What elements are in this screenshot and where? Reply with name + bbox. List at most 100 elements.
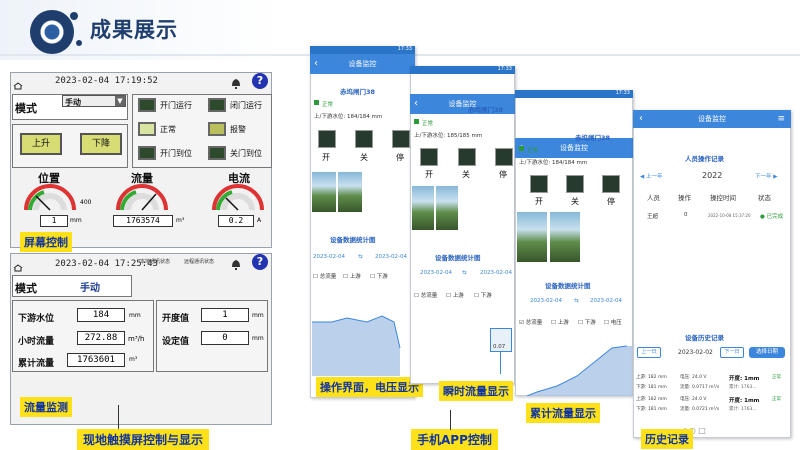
opening-label: 开度值 [162, 314, 190, 324]
open-gate-icon[interactable] [420, 148, 438, 166]
date-from[interactable]: 2023-02-04 [313, 254, 345, 260]
setpoint-value[interactable]: 0 [201, 331, 249, 345]
position-value: 1 [40, 215, 68, 227]
tag-screen-control: 屏幕控制 [20, 232, 72, 252]
opening-unit: mm [252, 312, 264, 319]
nav-title: 设备监控 [698, 115, 726, 123]
date-from[interactable]: 2023-02-04 [530, 298, 562, 304]
check-downstream[interactable]: ☐ 下游 [578, 318, 596, 326]
open-label: 开 [535, 197, 543, 206]
history-date[interactable]: 2023-02-02 [678, 349, 713, 356]
tag-instant-flow: 瞬时流量显示 [439, 381, 513, 401]
prev-day-button[interactable]: 上一日 [637, 347, 661, 358]
history-row-c: 累计: 1763... [729, 385, 757, 390]
next-year-button[interactable]: 下一年 ▶ [755, 172, 778, 180]
col-user: 人员 [647, 194, 660, 202]
help-icon[interactable]: ? [252, 73, 268, 89]
check-voltage[interactable]: ☐ 电压 [604, 318, 622, 326]
status-dot-icon [519, 146, 524, 151]
swap-icon[interactable]: ⇆ [462, 270, 467, 276]
total-flow-label: 累计流量 [18, 359, 55, 369]
marker-line [500, 352, 501, 374]
back-arrow-icon[interactable]: ‹ [314, 54, 318, 74]
choose-date-button[interactable]: 选择日期 [749, 347, 785, 358]
status-lamp [138, 146, 156, 160]
total-flow-unit: m³ [129, 356, 138, 363]
record-state: ● 已完成 [760, 214, 784, 220]
hourly-flow-label: 小时流量 [18, 337, 55, 347]
home-icon[interactable] [13, 75, 23, 90]
prev-year-button[interactable]: ◀ 上一年 [640, 172, 663, 180]
phone1-chart [312, 315, 401, 376]
mode-label: 模式 [15, 282, 37, 295]
downstream-level-unit: mm [129, 312, 141, 319]
check-label: 下游 [376, 274, 388, 280]
check-total-flow[interactable]: ☐ 总流量 [313, 272, 336, 280]
status-lamp [208, 98, 226, 112]
check-total-flow[interactable]: ☐ 总流量 [414, 291, 437, 299]
next-day-button[interactable]: 下一日 [720, 347, 744, 358]
label-mobile-app: 手机APP控制 [411, 429, 498, 450]
operation-records-title: 人员操作记录 [685, 155, 724, 163]
status-lamp-lit [208, 122, 226, 136]
close-gate-icon[interactable] [566, 175, 584, 193]
close-label: 关 [360, 153, 368, 162]
date-from[interactable]: 2023-02-04 [420, 270, 452, 276]
history-row-b: 电压: 24.0 V [680, 375, 707, 380]
nav-title: 设备监控 [560, 144, 588, 152]
check-upstream[interactable]: ☐ 上游 [343, 272, 361, 280]
status-open-limit: 开门到位 [160, 149, 192, 158]
stop-gate-icon[interactable] [495, 148, 513, 166]
lower-button[interactable]: 下降 [80, 133, 122, 155]
tag-history: 历史记录 [641, 429, 693, 449]
raise-button[interactable]: 上升 [20, 133, 62, 155]
help-icon[interactable]: ? [252, 254, 268, 270]
home-icon[interactable] [13, 257, 23, 272]
history-row-a: 上游: 182 mm [636, 375, 667, 380]
prev-year-label: 上一年 [645, 174, 663, 180]
history-row-c: 累计: 1763... [729, 407, 757, 412]
date-to[interactable]: 2023-02-04 [480, 270, 512, 276]
menu-icon[interactable]: ≡ [777, 110, 785, 128]
device-name: 赤坞闸门38 [468, 106, 504, 114]
close-label: 关 [462, 170, 470, 179]
check-upstream[interactable]: ☐ 上游 [551, 318, 569, 326]
next-year-label: 下一年 [755, 174, 772, 180]
stop-label: 停 [499, 170, 507, 179]
check-downstream[interactable]: ☐ 下游 [474, 291, 492, 299]
status-lamp-lit [138, 122, 156, 136]
site-photo [550, 212, 580, 262]
status-open-running: 开门运行 [160, 101, 192, 110]
stats-title: 设备数据统计图 [435, 254, 481, 262]
nav-bar: ‹ 设备监控 [310, 54, 415, 74]
chevron-down-icon[interactable]: ▼ [115, 96, 125, 106]
status-normal: 正常 [160, 125, 176, 134]
logo-circle-icon [30, 10, 74, 54]
check-total-flow[interactable]: ☑ 总流量 [519, 318, 542, 326]
open-gate-icon[interactable] [318, 130, 336, 148]
back-arrow-icon[interactable]: ‹ [639, 110, 643, 128]
gauge-position-dial [24, 184, 76, 211]
check-upstream[interactable]: ☐ 上游 [446, 291, 464, 299]
date-to[interactable]: 2023-02-04 [590, 298, 622, 304]
flow-unit: m³ [176, 217, 185, 224]
stop-gate-icon[interactable] [602, 175, 620, 193]
stop-gate-icon[interactable] [392, 130, 410, 148]
check-downstream[interactable]: ☐ 下游 [370, 272, 388, 280]
close-gate-icon[interactable] [458, 148, 476, 166]
date-to[interactable]: 2023-02-04 [375, 254, 407, 260]
swap-icon[interactable]: ⇆ [574, 298, 579, 304]
bell-icon[interactable] [230, 256, 242, 270]
label-onsite-touchscreen: 现地触摸屏控制与显示 [77, 429, 210, 450]
check-label: 下游 [584, 320, 596, 326]
swap-icon[interactable]: ⇆ [358, 254, 363, 260]
status-lamp [138, 98, 156, 112]
back-arrow-icon[interactable]: ‹ [414, 94, 418, 114]
col-time: 操控时间 [710, 194, 736, 202]
mode-select[interactable]: 手动 ▼ [62, 95, 126, 107]
bell-icon[interactable] [230, 75, 242, 89]
tag-cumulative-flow: 累计流量显示 [526, 403, 600, 423]
close-gate-icon[interactable] [355, 130, 373, 148]
check-label: 总流量 [525, 320, 543, 326]
open-gate-icon[interactable] [530, 175, 548, 193]
